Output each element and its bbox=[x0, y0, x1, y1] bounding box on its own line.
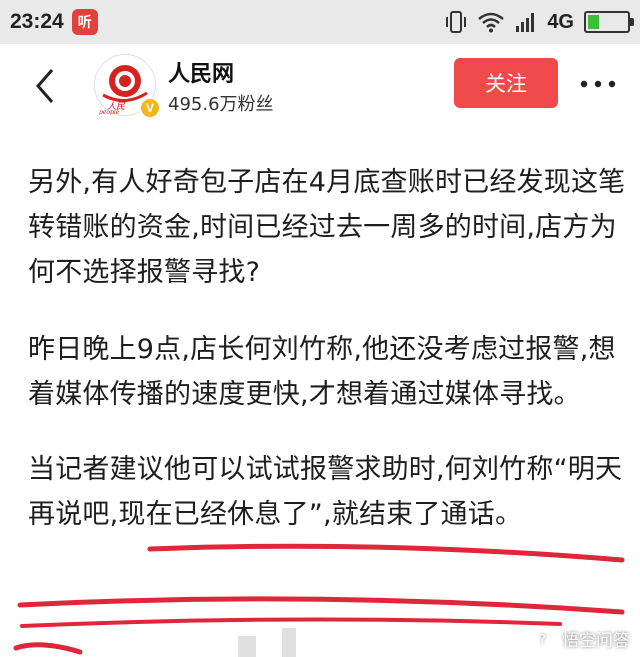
article-paragraph-1: 另外,有人好奇包子店在4月底查账时已经发现这笔转错账的资金,时间已经过去一周多的… bbox=[28, 167, 626, 288]
logo-subtext: people bbox=[99, 109, 120, 115]
article-header: 人民 people V 人民网 495.6万粉丝 关注 bbox=[0, 44, 640, 128]
verified-badge-icon: V bbox=[139, 97, 161, 119]
article-paragraph-2: 昨日晚上9点,店长何刘竹称,他还没考虑过报警,想着媒体传播的速度更快,才想着通过… bbox=[28, 334, 616, 410]
signal-icon bbox=[516, 13, 535, 32]
status-time: 23:24 bbox=[10, 10, 64, 33]
article-body: 另外,有人好奇包子店在4月底查账时已经发现这笔转错账的资金,时间已经过去一周多的… bbox=[28, 128, 628, 537]
blurred-fragment bbox=[282, 628, 296, 657]
status-bar: 23:24 听 4G bbox=[0, 0, 640, 44]
battery-level bbox=[588, 15, 600, 29]
more-options-icon[interactable] bbox=[578, 78, 618, 90]
fans-count: 495.6万粉丝 bbox=[168, 94, 274, 115]
blurred-fragment bbox=[238, 636, 256, 657]
battery-icon bbox=[584, 11, 634, 33]
wifi-icon bbox=[478, 12, 505, 33]
vibrate-icon bbox=[446, 11, 467, 33]
avatar[interactable]: 人民 people V bbox=[94, 54, 161, 119]
listen-app-icon: 听 bbox=[71, 9, 98, 35]
network-type: 4G bbox=[547, 10, 574, 33]
article-paragraph-3: 当记者建议他可以试试报警求助时,何刘竹称“明天再说吧,现在已经休息了”,就结束了… bbox=[28, 454, 623, 530]
watermark-text: 悟空问答 bbox=[562, 631, 630, 651]
wukong-watermark: ? 悟空问答 bbox=[532, 626, 630, 651]
svg-text:?: ? bbox=[539, 633, 546, 648]
follow-button[interactable]: 关注 bbox=[454, 58, 558, 108]
back-arrow-icon[interactable] bbox=[28, 66, 68, 106]
wukong-logo-icon: ? bbox=[533, 627, 555, 650]
status-indicators: 4G bbox=[445, 10, 634, 34]
account-name[interactable]: 人民网 bbox=[168, 56, 234, 88]
